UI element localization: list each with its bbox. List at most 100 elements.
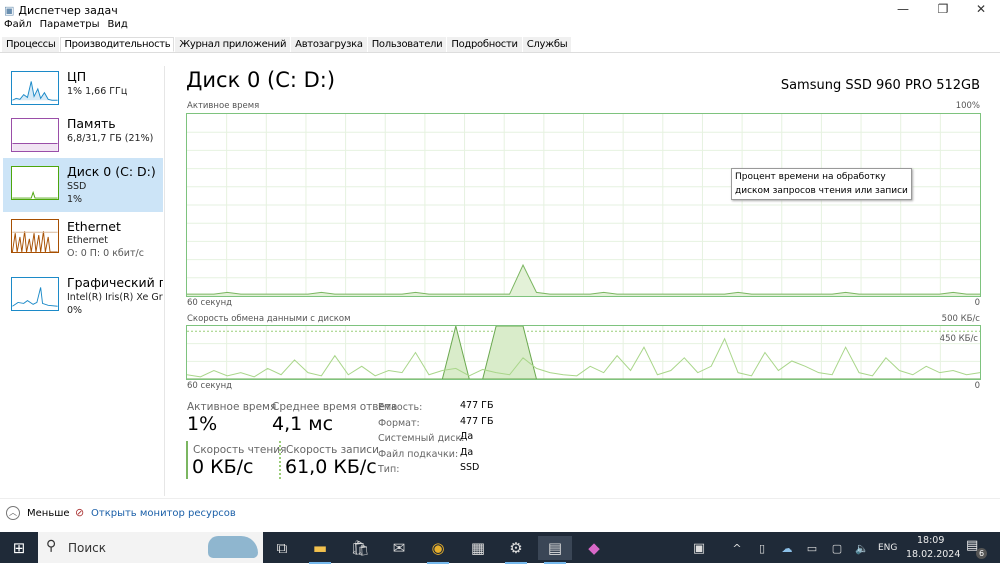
graph2-max: 500 КБ/с bbox=[942, 314, 980, 324]
graph2-xlabel: 60 секунд bbox=[187, 381, 232, 391]
prop-row: Формат: 477 ГБ bbox=[378, 416, 518, 432]
footer: ︿ Меньше ⊘ Открыть монитор ресурсов bbox=[0, 498, 1000, 532]
sidebar-title: Графический прс bbox=[67, 275, 163, 290]
write-speed-value: 61,0 КБ/с bbox=[285, 456, 377, 478]
sidebar-sub: 0% bbox=[67, 305, 163, 316]
graph1-label: Активное время bbox=[187, 101, 259, 111]
sidebar-item-disk[interactable]: Диск 0 (C: D:) SSD 1% bbox=[3, 158, 163, 212]
calculator-icon[interactable]: ▦ bbox=[461, 536, 495, 560]
page-title: Диск 0 (C: D:) bbox=[186, 68, 335, 92]
store-icon[interactable]: 🛍 bbox=[343, 536, 377, 560]
active-time-label: Активное время bbox=[187, 401, 276, 413]
sidebar-sub: Intel(R) Iris(R) Xe Graphics bbox=[67, 292, 163, 303]
prop-label: Системный диск: bbox=[378, 433, 464, 444]
disk-properties: Емкость: 477 ГБ Формат: 477 ГБ Системный д… bbox=[378, 400, 518, 478]
clock-date[interactable]: 18.02.2024 bbox=[906, 549, 960, 560]
tab-bar: Процессы Производительность Журнал прило… bbox=[0, 37, 1000, 53]
clock-time[interactable]: 18:09 bbox=[917, 535, 944, 546]
tab-performance[interactable]: Производительность bbox=[60, 37, 174, 52]
prop-value: Да bbox=[460, 431, 473, 442]
news-widget-icon[interactable]: ▣ bbox=[682, 536, 716, 560]
write-speed-label: Скорость записи bbox=[286, 444, 379, 456]
close-button[interactable]: ✕ bbox=[966, 2, 996, 16]
graph1-xlabel: 60 секунд bbox=[187, 298, 232, 308]
prop-value: 477 ГБ bbox=[460, 400, 493, 411]
ethernet-thumbnail-graph bbox=[11, 219, 59, 253]
search-placeholder: Поиск bbox=[68, 541, 106, 555]
graph1-min: 0 bbox=[975, 298, 980, 308]
prop-value: 477 ГБ bbox=[460, 416, 493, 427]
active-time-graph bbox=[186, 113, 981, 297]
menu-options[interactable]: Параметры bbox=[40, 19, 100, 35]
task-manager-icon[interactable]: ▤ bbox=[538, 536, 572, 560]
prop-row: Тип:SSD bbox=[378, 462, 518, 478]
title-bar: ▣ Диспетчер задач — ❐ ✕ bbox=[0, 0, 1000, 20]
chevron-up-icon[interactable]: ︿ bbox=[6, 506, 20, 520]
whale-illustration-icon bbox=[208, 536, 258, 558]
prop-value: SSD bbox=[460, 462, 479, 473]
prop-row: Файл подкачки:Да bbox=[378, 447, 518, 463]
open-resource-monitor-link[interactable]: Открыть монитор ресурсов bbox=[91, 508, 236, 519]
tab-details[interactable]: Подробности bbox=[447, 37, 521, 52]
sidebar-item-cpu[interactable]: ЦП 1% 1,66 ГГц bbox=[3, 66, 163, 120]
tooltip-line: Процент времени на обработку bbox=[735, 170, 908, 184]
settings-icon[interactable]: ⚙ bbox=[499, 536, 533, 560]
tooltip-line: диском запросов чтения или записи bbox=[735, 184, 908, 198]
notification-count: 6 bbox=[976, 548, 987, 559]
minimize-button[interactable]: — bbox=[888, 2, 918, 16]
menu-bar: Файл Параметры Вид bbox=[0, 19, 128, 35]
active-time-value: 1% bbox=[187, 413, 217, 435]
sidebar-title: Память bbox=[67, 116, 163, 131]
graph2-mark: 450 КБ/с bbox=[940, 334, 978, 344]
graph1-max: 100% bbox=[956, 101, 980, 111]
tab-services[interactable]: Службы bbox=[523, 37, 572, 52]
read-legend-bar bbox=[186, 441, 188, 479]
sidebar-title: ЦП bbox=[67, 69, 163, 84]
sidebar-sub: SSD bbox=[67, 181, 163, 192]
task-view-icon[interactable]: ⧉ bbox=[265, 536, 299, 560]
restore-button[interactable]: ❐ bbox=[928, 2, 958, 16]
tooltip: Процент времени на обработку диском запр… bbox=[731, 168, 912, 200]
sidebar-sub: 1% 1,66 ГГц bbox=[67, 86, 163, 97]
tab-startup[interactable]: Автозагрузка bbox=[291, 37, 367, 52]
app-icon: ▣ bbox=[4, 4, 14, 17]
tab-users[interactable]: Пользователи bbox=[368, 37, 447, 52]
volume-icon[interactable]: 🔈 bbox=[845, 536, 879, 560]
chrome-icon[interactable]: ◉ bbox=[421, 536, 455, 560]
sidebar-sub: 1% bbox=[67, 194, 163, 205]
graph2-label: Скорость обмена данными с диском bbox=[187, 314, 351, 324]
menu-file[interactable]: Файл bbox=[4, 19, 32, 35]
response-time-value: 4,1 мс bbox=[272, 413, 333, 435]
tab-app-history[interactable]: Журнал приложений bbox=[175, 37, 290, 52]
file-explorer-icon[interactable]: ▬ bbox=[303, 536, 337, 560]
search-icon: ⚲ bbox=[46, 538, 56, 554]
sidebar-title: Диск 0 (C: D:) bbox=[67, 164, 163, 179]
prop-row: Системный диск:Да bbox=[378, 431, 518, 447]
transfer-rate-graph bbox=[186, 325, 981, 380]
menu-view[interactable]: Вид bbox=[108, 19, 128, 35]
tab-processes[interactable]: Процессы bbox=[2, 37, 59, 52]
sidebar-item-ethernet[interactable]: Ethernet Ethernet О: 0 П: 0 кбит/с bbox=[3, 216, 163, 270]
memory-thumbnail-graph bbox=[11, 118, 59, 152]
resource-monitor-icon: ⊘ bbox=[75, 506, 84, 519]
language-indicator[interactable]: ENG bbox=[878, 543, 897, 553]
read-speed-label: Скорость чтения bbox=[193, 444, 286, 456]
mail-icon[interactable]: ✉ bbox=[382, 536, 416, 560]
prop-label: Формат: bbox=[378, 418, 420, 429]
prop-row: Емкость: 477 ГБ bbox=[378, 400, 518, 416]
disk-thumbnail-graph bbox=[11, 166, 59, 200]
sidebar-sub: О: 0 П: 0 кбит/с bbox=[67, 248, 163, 259]
window-title: Диспетчер задач bbox=[18, 4, 117, 17]
prop-value: Да bbox=[460, 447, 473, 458]
sidebar-sub: Ethernet bbox=[67, 235, 163, 246]
prop-label: Емкость: bbox=[378, 402, 422, 413]
write-legend-bar bbox=[279, 441, 281, 479]
fewer-details-button[interactable]: Меньше bbox=[27, 508, 70, 519]
copilot-icon[interactable]: ◆ bbox=[577, 536, 611, 560]
taskbar: ⊞ ⚲ Поиск ⧉ ▬ 🛍 ✉ ◉ ▦ ⚙ ▤ ◆ ▣ ^ ▯ ☁ ▭ ▢ … bbox=[0, 532, 1000, 563]
sidebar-item-gpu[interactable]: Графический прс Intel(R) Iris(R) Xe Grap… bbox=[3, 269, 163, 323]
search-box[interactable]: ⚲ Поиск bbox=[38, 532, 263, 563]
disk-model: Samsung SSD 960 PRO 512GB bbox=[781, 78, 980, 93]
windows-start-icon[interactable]: ⊞ bbox=[2, 536, 36, 560]
read-speed-value: 0 КБ/с bbox=[192, 456, 254, 478]
